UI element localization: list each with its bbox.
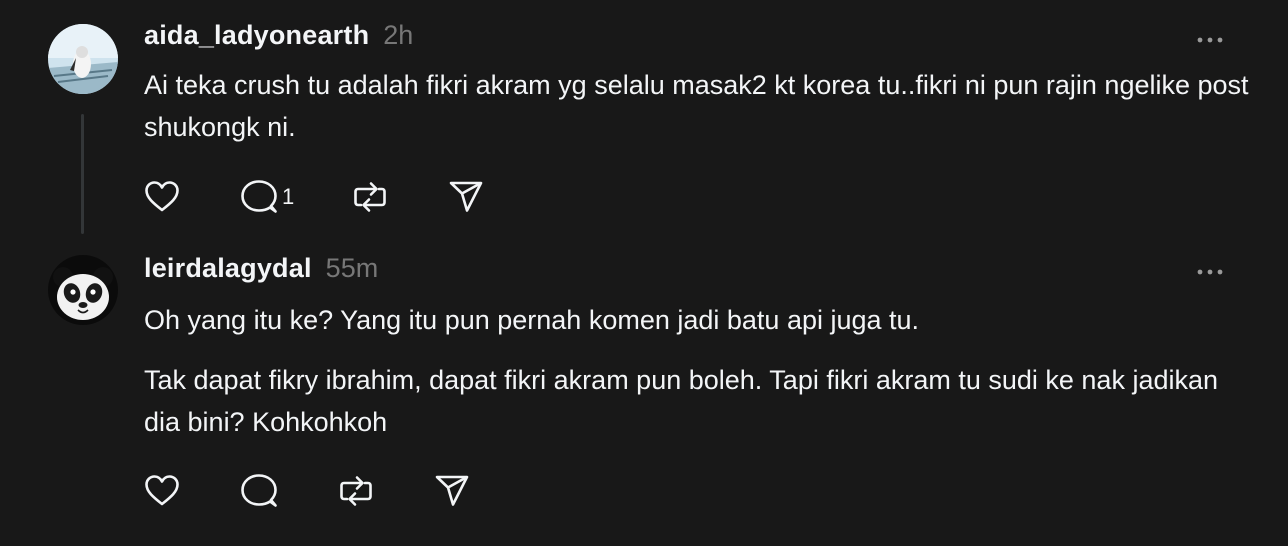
post-body: Oh yang itu ke? Yang itu pun pernah kome…: [144, 299, 1254, 443]
post-body: Ai teka crush tu adalah fikri akram yg s…: [144, 64, 1254, 148]
comment-icon: [241, 180, 277, 213]
more-icon: [1197, 269, 1223, 275]
reply-count: 1: [282, 184, 295, 209]
more-icon: [1197, 37, 1223, 43]
post-text: Ai teka crush tu adalah fikri akram yg s…: [144, 70, 1249, 142]
avatar[interactable]: [48, 24, 118, 94]
action-bar: [144, 471, 470, 511]
repost-button[interactable]: [338, 471, 434, 511]
post-text: Tak dapat fikry ibrahim, dapat fikri akr…: [144, 365, 1219, 437]
share-icon: [435, 475, 469, 506]
username[interactable]: leirdalagydal: [144, 253, 312, 284]
more-button[interactable]: [1194, 264, 1226, 275]
post-header: aida_ladyonearth 2h: [144, 20, 413, 51]
action-bar: 1: [144, 177, 484, 217]
share-button[interactable]: [448, 177, 484, 217]
like-button[interactable]: [144, 471, 240, 511]
repost-icon: [354, 182, 386, 212]
share-icon: [449, 181, 483, 212]
thread-line: [81, 114, 84, 234]
repost-button[interactable]: [352, 177, 448, 217]
panda-icon: [48, 255, 118, 325]
post: leirdalagydal 55m Oh yang itu ke? Yang i…: [0, 240, 1288, 546]
username[interactable]: aida_ladyonearth: [144, 20, 369, 51]
thread-view: aida_ladyonearth 2h Ai teka crush tu ada…: [0, 0, 1288, 546]
heart-icon: [145, 475, 179, 506]
reply-button[interactable]: [240, 471, 338, 511]
reply-button[interactable]: 1: [240, 177, 352, 217]
post-header: leirdalagydal 55m: [144, 253, 378, 284]
timestamp[interactable]: 2h: [383, 20, 413, 51]
profile-photo-icon: [48, 24, 118, 94]
post: aida_ladyonearth 2h Ai teka crush tu ada…: [0, 0, 1288, 240]
post-text: Oh yang itu ke? Yang itu pun pernah kome…: [144, 305, 920, 335]
timestamp[interactable]: 55m: [326, 253, 379, 284]
heart-icon: [145, 181, 179, 212]
repost-icon: [340, 476, 372, 506]
share-button[interactable]: [434, 471, 470, 511]
avatar[interactable]: [48, 255, 118, 325]
more-button[interactable]: [1194, 32, 1226, 43]
like-button[interactable]: [144, 177, 240, 217]
comment-icon: [241, 474, 277, 507]
